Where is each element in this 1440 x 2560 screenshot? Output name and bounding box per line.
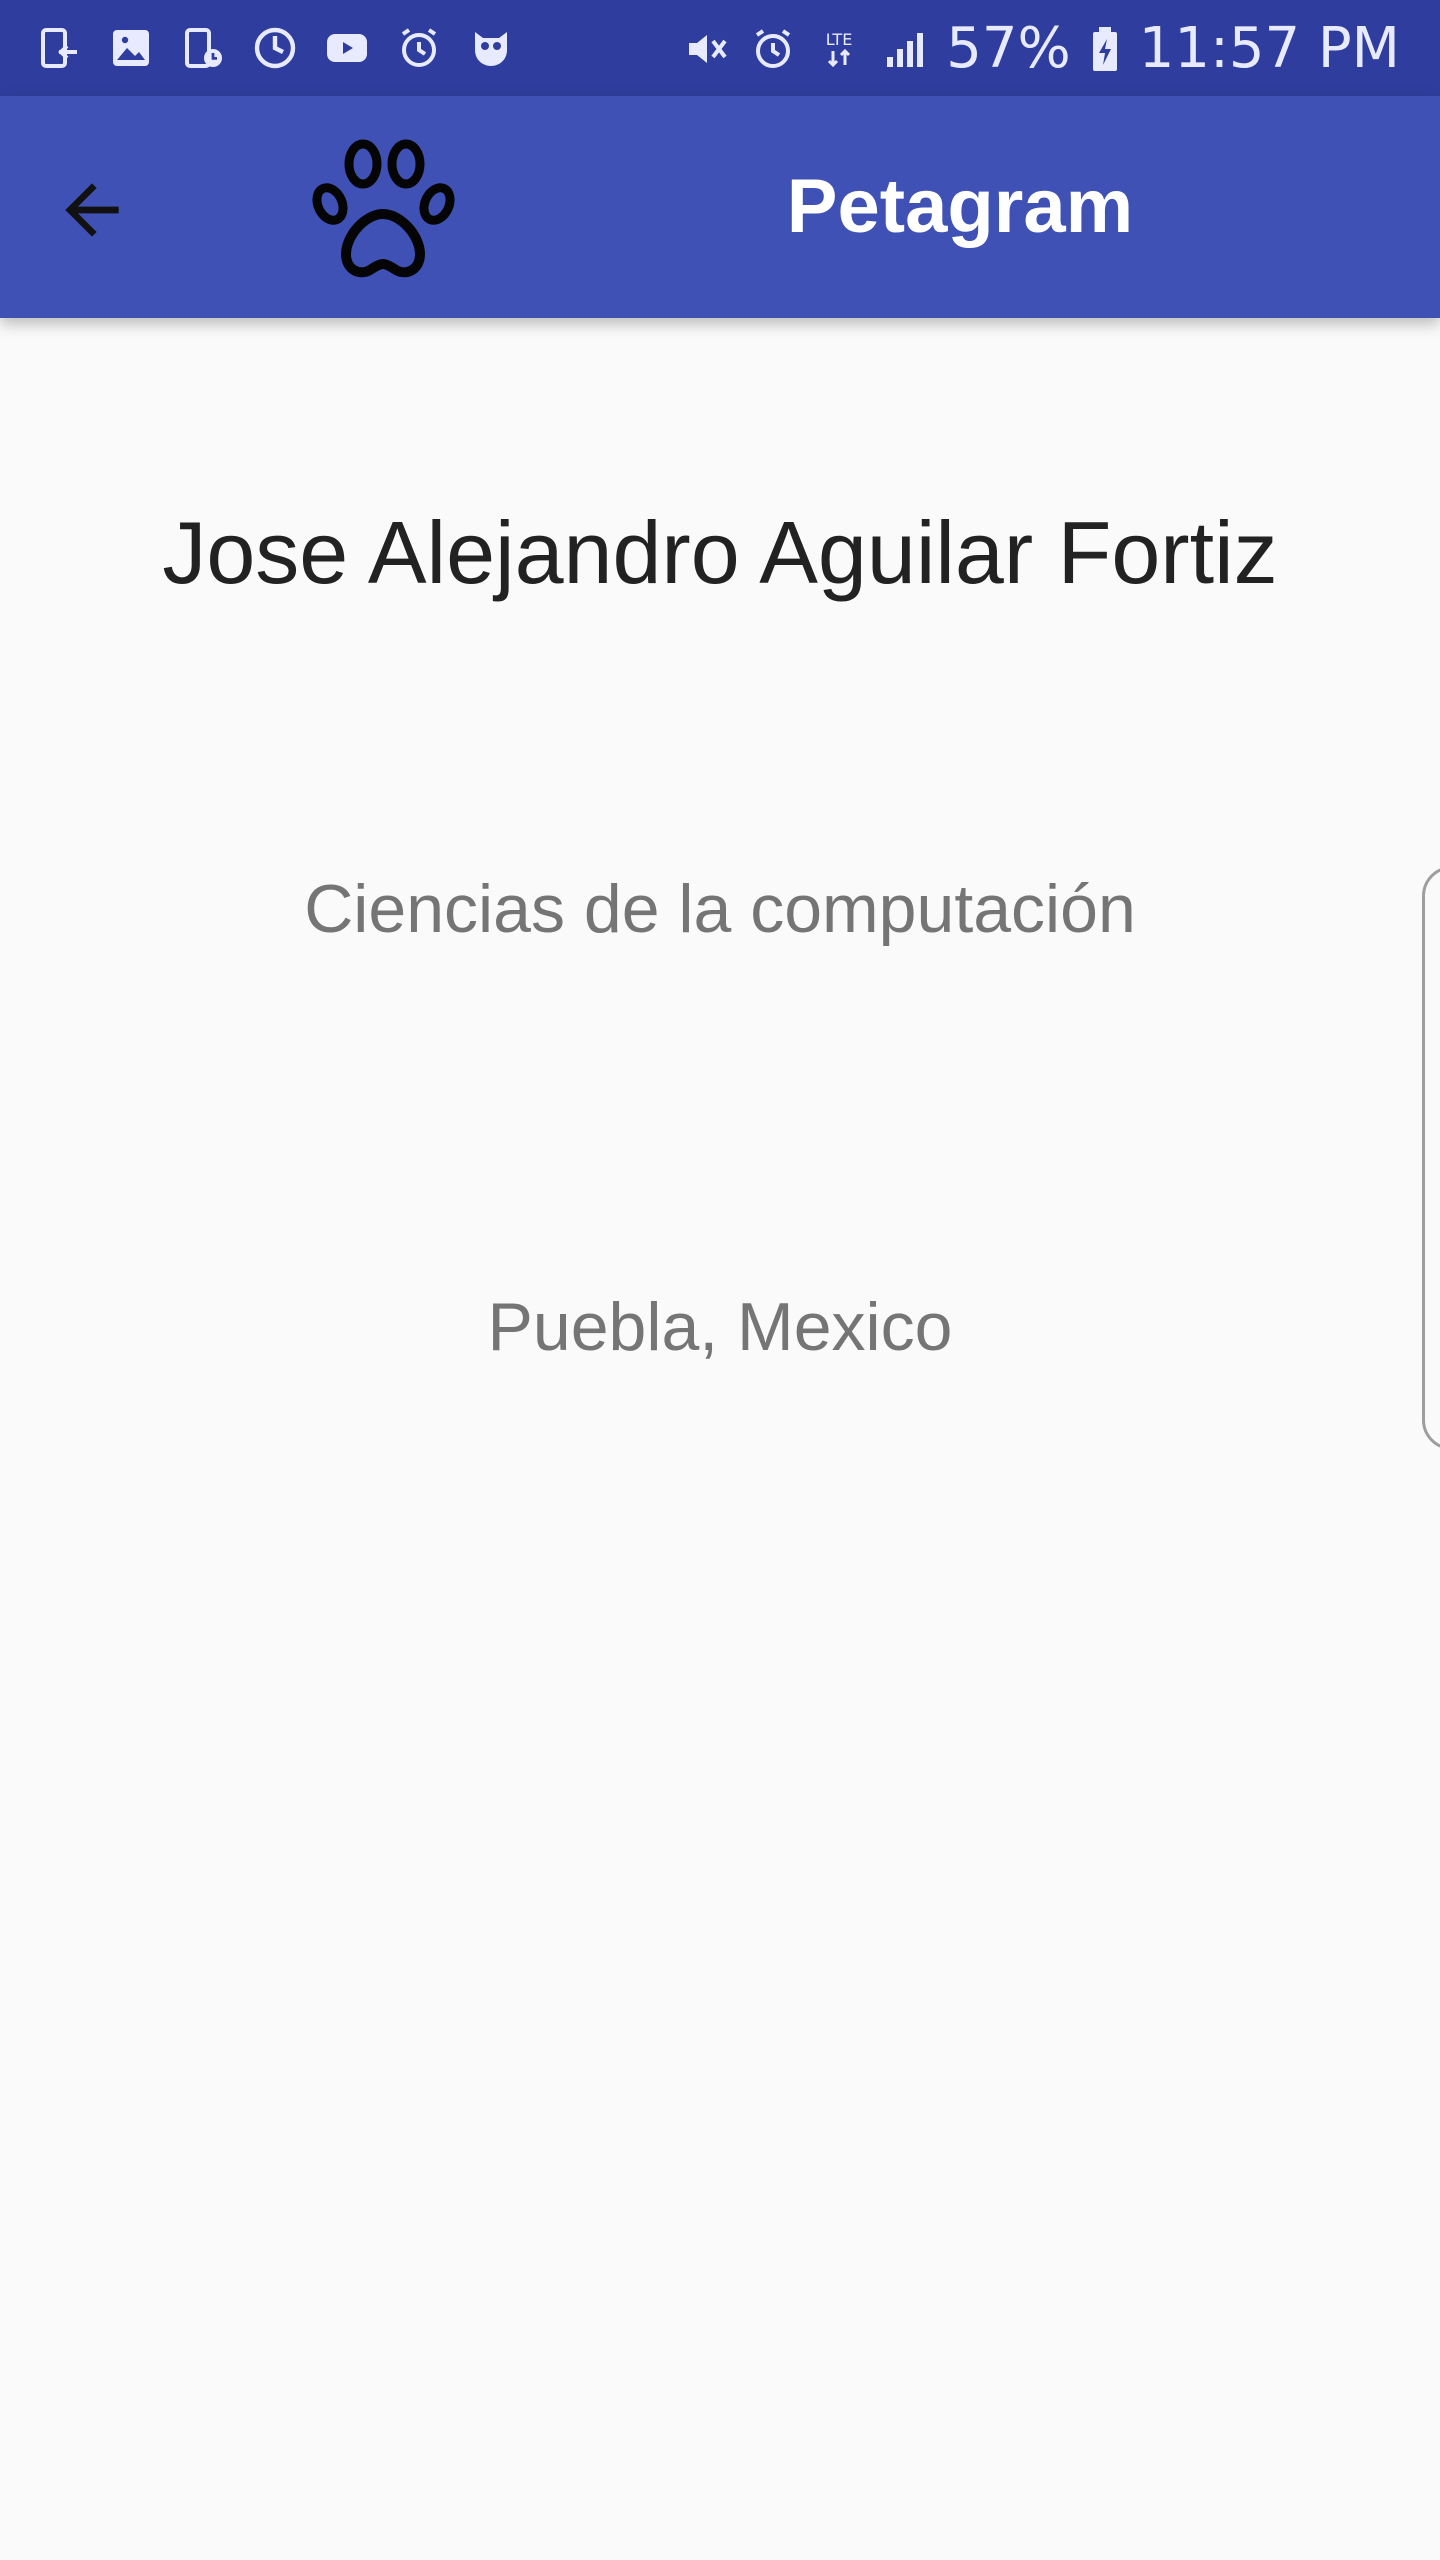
app-title: Petagram — [786, 164, 1134, 249]
youtube-icon — [322, 23, 372, 73]
profile-career: Ciencias de la computación — [304, 871, 1136, 947]
profile-name: Jose Alejandro Aguilar Fortiz — [162, 503, 1278, 602]
gallery-icon — [106, 23, 156, 73]
vibrate-icon — [682, 24, 732, 74]
app-bar: Petagram — [0, 96, 1440, 318]
status-notifications — [34, 22, 516, 74]
sync-icon — [250, 23, 300, 73]
owl-app-icon — [466, 23, 516, 73]
svg-text:LTE: LTE — [826, 30, 853, 49]
status-bar: LTE 57% 11:57 PM — [0, 0, 1440, 96]
status-system: LTE 57% 11:57 PM — [682, 14, 1400, 84]
battery-charging-icon — [1087, 24, 1123, 74]
device-schedule-icon — [178, 23, 228, 73]
lte-data-icon: LTE — [814, 24, 864, 74]
clock: 11:57 PM — [1138, 16, 1400, 81]
alarm-icon — [748, 24, 798, 74]
back-button[interactable] — [46, 164, 138, 256]
arrow-back-icon — [65, 183, 119, 237]
paw-icon — [312, 139, 455, 278]
sim-notification-icon — [34, 23, 84, 73]
edge-panel-handle[interactable] — [1422, 866, 1440, 1450]
battery-percent: 57% — [946, 16, 1071, 81]
signal-icon — [880, 24, 930, 74]
profile-content: Jose Alejandro Aguilar Fortiz Ciencias d… — [0, 318, 1440, 2560]
alarm-icon — [394, 23, 444, 73]
profile-location: Puebla, Mexico — [487, 1289, 953, 1365]
